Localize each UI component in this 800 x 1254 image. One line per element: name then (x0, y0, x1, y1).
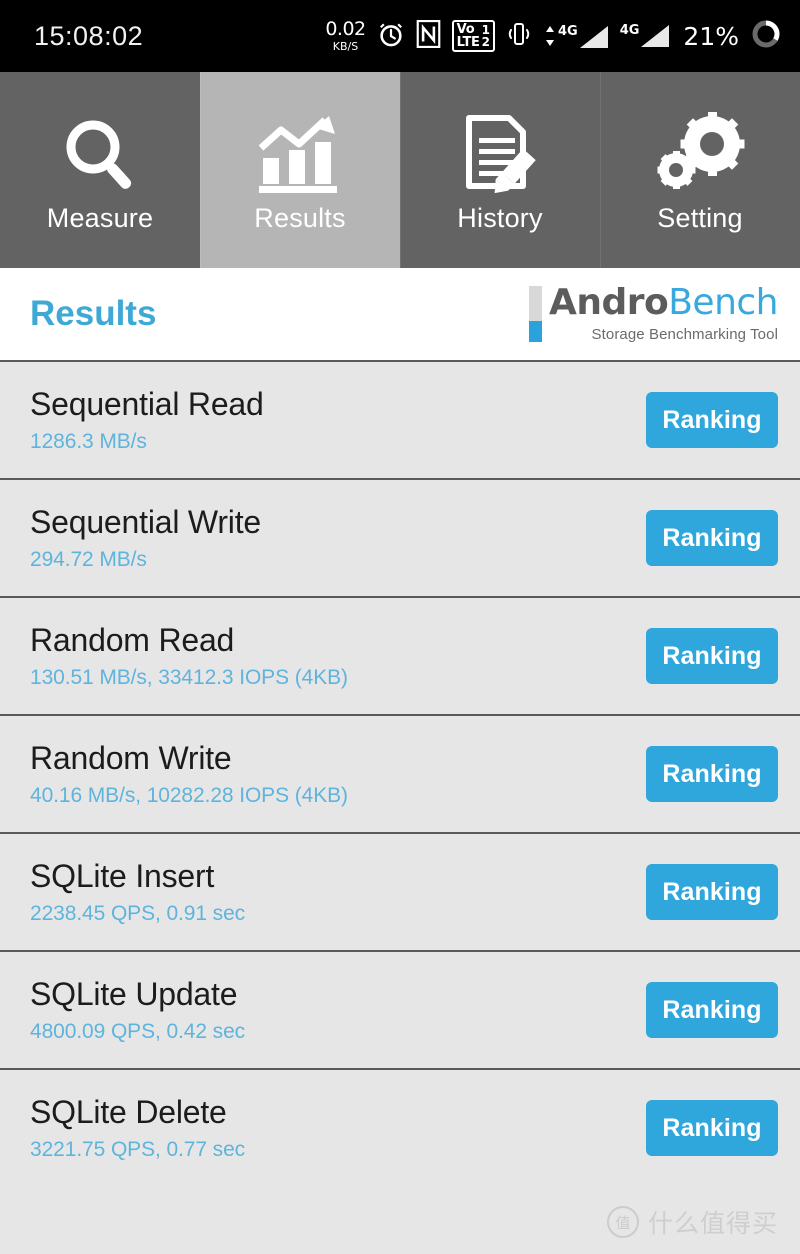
logo-primary: Andro (548, 282, 669, 323)
tab-history-label: History (457, 202, 543, 233)
table-row[interactable]: Random Write 40.16 MB/s, 10282.28 IOPS (… (0, 714, 800, 832)
signal-indicator-sim1: 4G (543, 21, 609, 51)
tab-measure[interactable]: Measure (0, 72, 200, 268)
table-row[interactable]: SQLite Delete 3221.75 QPS, 0.77 sec Rank… (0, 1068, 800, 1186)
result-name: Sequential Write (30, 504, 262, 541)
signal-label-sim2: 4G (619, 23, 640, 38)
signal-indicator-sim2: 4G (620, 22, 671, 50)
tab-results[interactable]: Results (200, 72, 400, 268)
alarm-clock-icon (377, 20, 405, 52)
result-value: 1286.3 MB/s (30, 429, 147, 453)
table-row[interactable]: SQLite Update 4800.09 QPS, 0.42 sec Rank… (0, 950, 800, 1068)
tab-setting-label: Setting (657, 202, 743, 233)
data-rate-unit: KB/S (332, 40, 359, 53)
ranking-button[interactable]: Ranking (646, 864, 778, 920)
result-name: SQLite Update (30, 976, 238, 1013)
battery-percent: 21% (683, 21, 739, 51)
result-name: SQLite Delete (30, 1094, 227, 1131)
result-name: Random Write (30, 740, 232, 777)
result-name: SQLite Insert (30, 858, 215, 895)
ranking-button[interactable]: Ranking (646, 628, 778, 684)
result-value: 4800.09 QPS, 0.42 sec (30, 1019, 246, 1043)
status-icons: 0.02 KB/S Vo LTE 1 2 4G 4G 21% (325, 18, 782, 54)
tab-measure-label: Measure (46, 202, 154, 233)
volte-label-bottom: LTE (456, 35, 480, 50)
nfc-icon (416, 20, 441, 52)
result-value: 3221.75 QPS, 0.77 sec (30, 1137, 246, 1161)
result-name: Sequential Read (30, 386, 264, 423)
tab-results-label: Results (254, 202, 346, 233)
signal-label-sim1: 4G (557, 24, 578, 39)
page-header: Results AndroBench Storage Benchmarking … (0, 268, 800, 360)
data-rate-indicator: 0.02 KB/S (325, 18, 366, 53)
main-tab-bar: Measure Results History Setting (0, 72, 800, 268)
logo-subtitle: Storage Benchmarking Tool (591, 326, 778, 343)
data-rate-value: 0.02 (325, 18, 366, 40)
table-row[interactable]: SQLite Insert 2238.45 QPS, 0.91 sec Rank… (0, 832, 800, 950)
page-title: Results (30, 294, 157, 333)
document-pencil-icon (457, 111, 543, 199)
result-value: 130.51 MB/s, 33412.3 IOPS (4KB) (30, 665, 348, 689)
battery-circle-icon (750, 18, 782, 54)
result-value: 40.16 MB/s, 10282.28 IOPS (4KB) (30, 783, 348, 807)
result-value: 294.72 MB/s (30, 547, 147, 571)
ranking-button[interactable]: Ranking (646, 746, 778, 802)
status-time: 15:08:02 (34, 20, 144, 51)
volte-sim-bottom: 2 (481, 35, 490, 49)
logo-secondary: Bench (668, 282, 778, 323)
logo-bar-icon (528, 286, 542, 342)
result-value: 2238.45 QPS, 0.91 sec (30, 901, 246, 925)
ranking-button[interactable]: Ranking (646, 982, 778, 1038)
results-list: Sequential Read 1286.3 MB/s Ranking Sequ… (0, 360, 800, 1254)
magnifier-icon (57, 111, 143, 199)
androbench-logo: AndroBench Storage Benchmarking Tool (528, 282, 778, 343)
status-bar: 15:08:02 0.02 KB/S Vo LTE 1 2 4G 4G 21% (0, 0, 800, 72)
table-row[interactable]: Random Read 130.51 MB/s, 33412.3 IOPS (4… (0, 596, 800, 714)
tab-history[interactable]: History (400, 72, 600, 268)
tab-setting[interactable]: Setting (600, 72, 800, 268)
ranking-button[interactable]: Ranking (646, 510, 778, 566)
ranking-button[interactable]: Ranking (646, 1100, 778, 1156)
table-row[interactable]: Sequential Read 1286.3 MB/s Ranking (0, 360, 800, 478)
table-row[interactable]: Sequential Write 294.72 MB/s Ranking (0, 478, 800, 596)
gears-icon (654, 111, 746, 199)
result-name: Random Read (30, 622, 235, 659)
ranking-button[interactable]: Ranking (646, 392, 778, 448)
bar-chart-arrow-icon (255, 111, 345, 199)
vibrate-icon (506, 20, 532, 52)
volte-icon: Vo LTE 1 2 (451, 20, 495, 52)
